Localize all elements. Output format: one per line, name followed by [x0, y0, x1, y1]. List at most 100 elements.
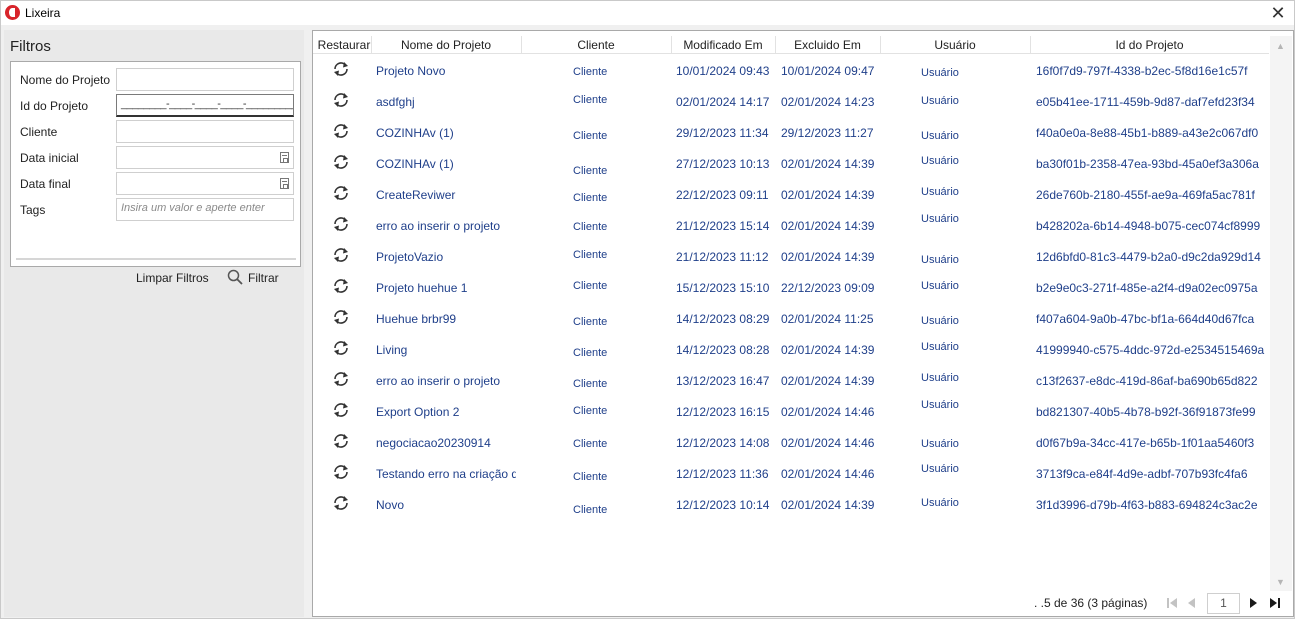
- tags-input[interactable]: Insira um valor e aperte enter: [116, 198, 294, 221]
- modified-cell: 29/12/2023 11:34: [676, 126, 769, 140]
- modified-cell: 22/12/2023 09:11: [676, 188, 769, 202]
- client-cell: Cliente: [573, 130, 608, 142]
- column-header-deleted[interactable]: Excluido Em: [775, 38, 880, 52]
- search-icon: [227, 269, 243, 285]
- table-row[interactable]: Export Option 2 Cliente 12/12/2023 16:15 02…: [313, 396, 1269, 427]
- table-row[interactable]: erro ao inserir o projeto Cliente 13/12/20…: [313, 365, 1269, 396]
- restore-icon[interactable]: [331, 215, 355, 235]
- table-row[interactable]: Huehue brbr99 Cliente 14/12/2023 08:29 02/0…: [313, 303, 1269, 334]
- project-id-cell: d0f67b9a-34cc-417e-b65b-1f01aa5460f3: [1036, 436, 1255, 450]
- vertical-scrollbar[interactable]: ▲ ▼: [1270, 36, 1292, 591]
- close-icon[interactable]: ✕: [1268, 3, 1288, 23]
- filter-button-label: Filtrar: [248, 271, 279, 285]
- table-row[interactable]: CreateReviwer Cliente 22/12/2023 09:11 02/0…: [313, 179, 1269, 210]
- pager: . .5 de 36 (3 páginas) 1: [311, 591, 1293, 617]
- trash-window: Lixeira ✕ Filtros Nome do Projeto Id do …: [0, 0, 1295, 619]
- modified-cell: 27/12/2023 10:13: [676, 157, 770, 171]
- table-row[interactable]: erro ao inserir o projeto Cliente 21/12/20…: [313, 210, 1269, 241]
- client-cell: Cliente: [573, 192, 608, 204]
- end-date-label: Data final: [20, 177, 71, 191]
- column-header-client[interactable]: Cliente: [521, 38, 671, 52]
- user-cell: Usuário: [921, 497, 959, 509]
- project-id-cell: f40a0e0a-8e88-45b1-b889-a43e2c067df0: [1036, 126, 1259, 140]
- table-row[interactable]: Projeto Novo Cliente 10/01/2024 09:43 10/01…: [313, 55, 1269, 86]
- column-header-restore[interactable]: Restaurar: [317, 38, 371, 52]
- deleted-cell: 02/01/2024 14:46: [781, 467, 875, 481]
- client-cell: Cliente: [573, 438, 608, 450]
- column-header-modified[interactable]: Modificado Em: [671, 38, 775, 52]
- project-id-cell: b428202a-6b14-4948-b075-cec074cf8999: [1036, 219, 1261, 233]
- deleted-cell: 02/01/2024 14:39: [781, 250, 875, 264]
- restore-icon[interactable]: [331, 463, 355, 483]
- client-cell: Cliente: [573, 471, 608, 483]
- user-cell: Usuário: [921, 213, 959, 225]
- project-name-cell: Huehue brbr99: [376, 312, 457, 326]
- user-cell: Usuário: [921, 186, 959, 198]
- table-row[interactable]: Testando erro na criação d Cliente 12/12/2…: [313, 458, 1269, 489]
- restore-icon[interactable]: [331, 401, 355, 421]
- scroll-down-icon[interactable]: ▼: [1276, 577, 1285, 587]
- table-row[interactable]: COZINHAv (1) Cliente 27/12/2023 10:13 02/01…: [313, 148, 1269, 179]
- grid-header: Restaurar Nome do Projeto Cliente Modifi…: [313, 36, 1269, 54]
- modified-cell: 15/12/2023 15:10: [676, 281, 770, 295]
- project-id-input[interactable]: ________-____-____-____-____________: [116, 94, 294, 117]
- user-cell: Usuário: [921, 399, 959, 411]
- page-number-input[interactable]: 1: [1207, 593, 1240, 614]
- client-cell: Cliente: [573, 165, 608, 177]
- table-row[interactable]: Living Cliente 14/12/2023 08:28 02/01/2024 …: [313, 334, 1269, 365]
- restore-icon[interactable]: [331, 277, 355, 297]
- client-cell: Cliente: [573, 504, 608, 516]
- deleted-cell: 02/01/2024 14:39: [781, 498, 875, 512]
- restore-icon[interactable]: [331, 246, 355, 266]
- table-row[interactable]: asdfghj Cliente 02/01/2024 14:17 02/01/2024…: [313, 86, 1269, 117]
- app-logo-icon: [5, 5, 20, 20]
- project-name-cell: COZINHAv (1): [376, 126, 454, 140]
- deleted-cell: 02/01/2024 14:46: [781, 405, 875, 419]
- restore-icon[interactable]: [331, 432, 355, 452]
- project-name-cell: Living: [376, 343, 408, 357]
- restore-icon[interactable]: [331, 339, 355, 359]
- deleted-cell: 02/01/2024 14:39: [781, 188, 875, 202]
- table-row[interactable]: COZINHAv (1) Cliente 29/12/2023 11:34 29/12…: [313, 117, 1269, 148]
- project-id-cell: 3713f9ca-e84f-4d9e-adbf-707b93fc4fa6: [1036, 467, 1248, 481]
- restore-icon[interactable]: [331, 122, 355, 142]
- deleted-cell: 22/12/2023 09:09: [781, 281, 875, 295]
- column-header-project-name[interactable]: Nome do Projeto: [371, 38, 521, 52]
- table-row[interactable]: ProjetoVazio Cliente 21/12/2023 11:12 02/01…: [313, 241, 1269, 272]
- project-name-cell: Novo: [376, 498, 405, 512]
- scroll-up-icon[interactable]: ▲: [1276, 41, 1285, 51]
- restore-icon[interactable]: [331, 494, 355, 514]
- table-row[interactable]: Novo Cliente 12/12/2023 10:14 02/01/2024 14…: [313, 489, 1269, 520]
- start-date-input[interactable]: [116, 146, 294, 169]
- restore-icon[interactable]: [331, 60, 355, 80]
- last-page-icon[interactable]: [1267, 595, 1283, 611]
- table-row[interactable]: negociacao20230914 Cliente 12/12/2023 14:0…: [313, 427, 1269, 458]
- project-name-cell: negociacao20230914: [376, 436, 491, 450]
- filter-panel: Filtros Nome do Projeto Id do Projeto __…: [4, 30, 304, 617]
- project-name-cell: COZINHAv (1): [376, 157, 454, 171]
- first-page-icon[interactable]: [1164, 595, 1180, 611]
- end-date-input[interactable]: [116, 172, 294, 195]
- project-name-input[interactable]: [116, 68, 294, 91]
- project-name-cell: Testando erro na criação d: [376, 467, 516, 481]
- column-header-user[interactable]: Usuário: [880, 38, 1030, 52]
- restore-icon[interactable]: [331, 308, 355, 328]
- restore-icon[interactable]: [331, 91, 355, 111]
- user-cell: Usuário: [921, 341, 959, 353]
- next-page-icon[interactable]: [1245, 595, 1261, 611]
- table-row[interactable]: Projeto huehue 1 Cliente 15/12/2023 15:10 2…: [313, 272, 1269, 303]
- restore-icon[interactable]: [331, 184, 355, 204]
- restore-icon[interactable]: [331, 370, 355, 390]
- client-cell: Cliente: [573, 378, 608, 390]
- user-cell: Usuário: [921, 95, 959, 107]
- client-input[interactable]: [116, 120, 294, 143]
- prev-page-icon[interactable]: [1184, 595, 1200, 611]
- calendar-icon[interactable]: [280, 152, 289, 163]
- calendar-icon[interactable]: [280, 178, 289, 189]
- user-cell: Usuário: [921, 67, 959, 79]
- column-header-project-id[interactable]: Id do Projeto: [1030, 38, 1269, 52]
- clear-filters-button[interactable]: Limpar Filtros: [136, 271, 209, 285]
- modified-cell: 12/12/2023 11:36: [676, 467, 769, 481]
- restore-icon[interactable]: [331, 153, 355, 173]
- user-cell: Usuário: [921, 372, 959, 384]
